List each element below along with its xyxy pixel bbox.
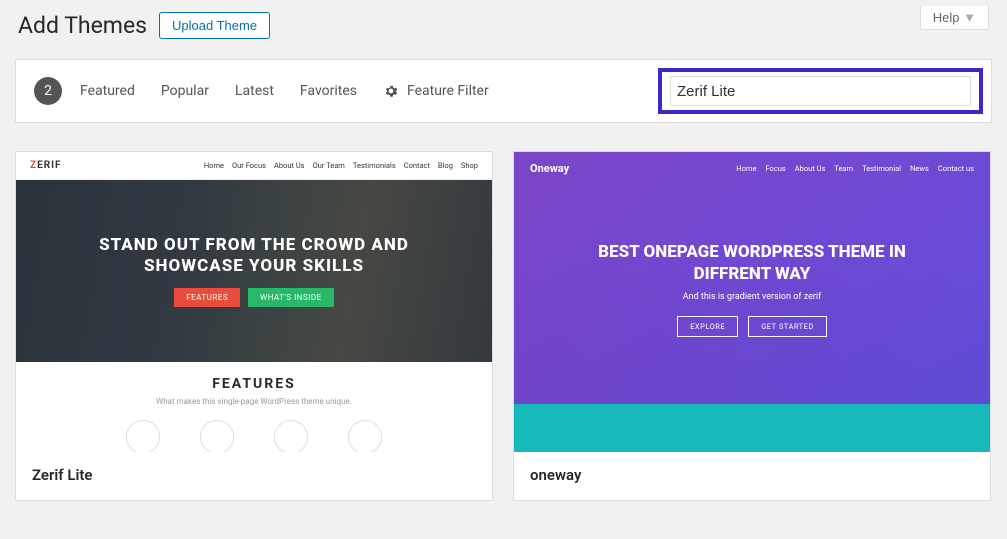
theme-name: oneway [514,452,990,500]
theme-card-zerif-lite[interactable]: ZERIF HomeOur FocusAbout UsOur TeamTesti… [15,151,493,501]
theme-grid: ZERIF HomeOur FocusAbout UsOur TeamTesti… [0,123,1007,513]
filter-favorites[interactable]: Favorites [300,83,357,99]
preview-features: FEATURES What makes this single-page Wor… [16,362,492,452]
gear-icon [383,83,399,99]
chevron-down-icon: ▼ [963,10,976,25]
feature-filter-button[interactable]: Feature Filter [383,83,489,99]
help-tab[interactable]: Help ▼ [920,6,989,30]
theme-thumbnail: Oneway HomeFocusAbout UsTeamTestimonialN… [514,152,990,452]
preview-header: ZERIF HomeOur FocusAbout UsOur TeamTesti… [16,152,492,180]
preview-nav: HomeOur FocusAbout UsOur TeamTestimonial… [204,161,478,170]
upload-theme-button[interactable]: Upload Theme [159,12,270,39]
theme-card-oneway[interactable]: Oneway HomeFocusAbout UsTeamTestimonialN… [513,151,991,501]
preview-footer-band [514,404,990,452]
preview-logo: Oneway [530,162,569,175]
preview-logo: ZERIF [30,160,62,171]
preview-nav: HomeFocusAbout UsTeamTestimonialNewsCont… [736,164,974,173]
feature-filter-label: Feature Filter [407,83,489,99]
search-highlight-box [658,68,983,114]
filter-popular[interactable]: Popular [161,83,209,99]
theme-search-input[interactable] [670,76,971,106]
theme-name: Zerif Lite [16,452,492,500]
help-label: Help [933,10,960,25]
filter-links: Featured Popular Latest Favorites [80,83,357,99]
preview-hero: Oneway HomeFocusAbout UsTeamTestimonialN… [514,152,990,404]
filter-featured[interactable]: Featured [80,83,135,99]
filter-latest[interactable]: Latest [235,83,274,99]
theme-thumbnail: ZERIF HomeOur FocusAbout UsOur TeamTesti… [16,152,492,452]
filter-bar: 2 Featured Popular Latest Favorites Feat… [15,59,992,123]
results-count-badge: 2 [34,77,62,105]
preview-hero: STAND OUT FROM THE CROWD AND SHOWCASE YO… [16,180,492,362]
page-title: Add Themes [18,12,147,39]
preview-header: Oneway HomeFocusAbout UsTeamTestimonialN… [514,152,990,185]
